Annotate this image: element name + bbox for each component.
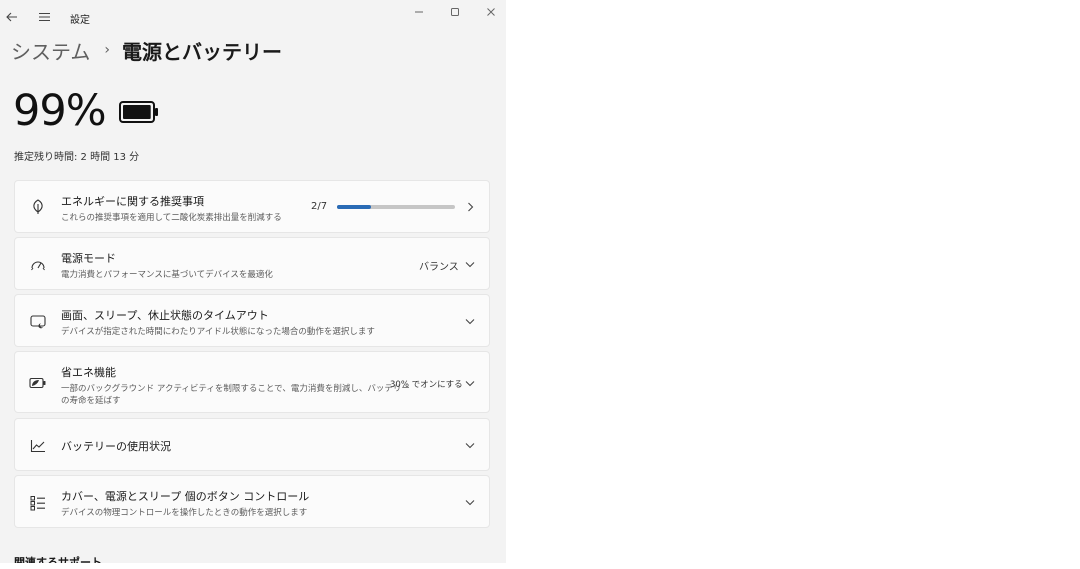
energy-recommendations-desc: これらの推奨事項を適用して二酸化炭素排出量を削減する xyxy=(61,213,282,223)
battery-icon xyxy=(119,101,159,127)
title-bar: 設定 xyxy=(0,0,506,34)
button-controls-desc: デバイスの物理コントロールを操作したときの動作を選択します xyxy=(61,508,308,518)
estimated-remaining-time: 推定残り時間: 2 時間 13 分 xyxy=(14,152,140,163)
screen-sleep-desc: デバイスが指定された時間にわたりアイドル状態になった場合の動作を選択します xyxy=(61,327,375,337)
energy-recommendations-title: エネルギーに関する推奨事項 xyxy=(61,195,204,208)
battery-saver-desc-line1: 一部のバックグラウンド アクティビティを制限することで、電力消費を削減し、バッテ… xyxy=(61,384,410,394)
battery-saver-value: 30% でオンにする xyxy=(390,380,463,390)
chevron-down-icon xyxy=(465,440,475,450)
breadcrumb: システム › 電源とバッテリー xyxy=(11,36,282,64)
battery-percentage: 99% xyxy=(13,86,107,136)
screen-sleep-timeout-card[interactable]: 画面、スリープ、休止状態のタイムアウト デバイスが指定された時間にわたりアイドル… xyxy=(14,294,490,347)
chevron-right-icon xyxy=(465,202,475,212)
energy-progress-fill xyxy=(337,205,371,209)
power-mode-value[interactable]: バランス xyxy=(419,258,459,273)
page-title: 電源とバッテリー xyxy=(122,39,283,64)
maximize-button[interactable] xyxy=(441,4,469,20)
button-controls-card[interactable]: カバー、電源とスリープ 個のボタン コントロール デバイスの物理コントロールを操… xyxy=(14,475,490,528)
minimize-button[interactable] xyxy=(405,4,433,20)
related-support-heading: 関連するサポート xyxy=(14,556,102,563)
chevron-down-icon xyxy=(465,259,475,269)
battery-usage-title: バッテリーの使用状況 xyxy=(61,440,171,453)
battery-saver-title: 省エネ機能 xyxy=(61,366,116,379)
power-mode-desc: 電力消費とパフォーマンスに基づいてデバイスを最適化 xyxy=(61,270,273,280)
leaf-icon xyxy=(29,198,47,216)
battery-saver-card[interactable]: 省エネ機能 一部のバックグラウンド アクティビティを制限することで、電力消費を削… xyxy=(14,351,490,413)
energy-progress-label: 2/7 xyxy=(311,201,328,212)
screen-sleep-icon xyxy=(29,313,47,331)
close-button[interactable] xyxy=(477,4,505,20)
energy-progress-bar xyxy=(337,205,455,209)
window-title: 設定 xyxy=(70,15,90,26)
screen-sleep-title: 画面、スリープ、休止状態のタイムアウト xyxy=(61,309,269,322)
battery-saver-icon xyxy=(29,374,47,392)
button-controls-title: カバー、電源とスリープ 個のボタン コントロール xyxy=(61,490,310,503)
chevron-down-icon xyxy=(465,316,475,326)
breadcrumb-parent[interactable]: システム xyxy=(11,36,90,65)
power-mode-gauge-icon xyxy=(29,256,47,274)
line-chart-icon xyxy=(29,437,47,455)
button-controls-icon xyxy=(29,494,47,512)
chevron-down-icon xyxy=(465,497,475,507)
breadcrumb-separator: › xyxy=(104,42,111,58)
battery-saver-desc-line2: の寿命を延ばす xyxy=(61,396,121,406)
back-arrow-icon[interactable] xyxy=(5,10,19,24)
power-mode-card[interactable]: 電源モード 電力消費とパフォーマンスに基づいてデバイスを最適化 バランス xyxy=(14,237,490,290)
hamburger-menu-icon[interactable] xyxy=(37,10,51,24)
chevron-down-icon xyxy=(465,378,475,388)
battery-usage-card[interactable]: バッテリーの使用状況 xyxy=(14,418,490,471)
energy-recommendations-card[interactable]: エネルギーに関する推奨事項 これらの推奨事項を適用して二酸化炭素排出量を削減する… xyxy=(14,180,490,233)
settings-window: 設定 システム › 電源とバッテリー 99% 推定残り時間: 2 時間 13 分… xyxy=(0,0,506,563)
power-mode-title: 電源モード xyxy=(61,252,116,265)
